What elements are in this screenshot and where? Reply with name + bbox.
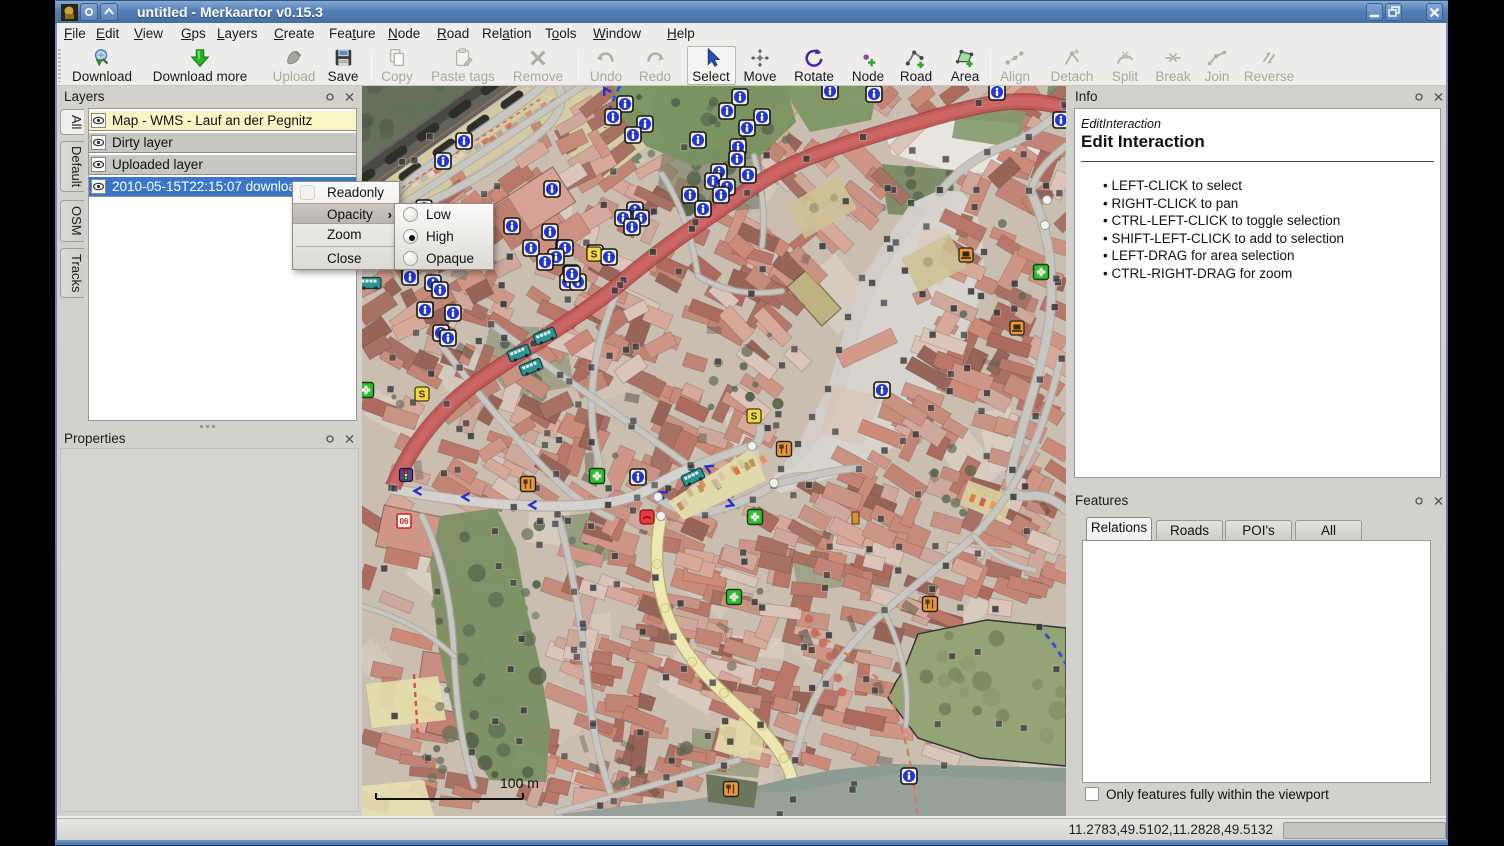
svg-text:100 m: 100 m — [500, 775, 539, 791]
